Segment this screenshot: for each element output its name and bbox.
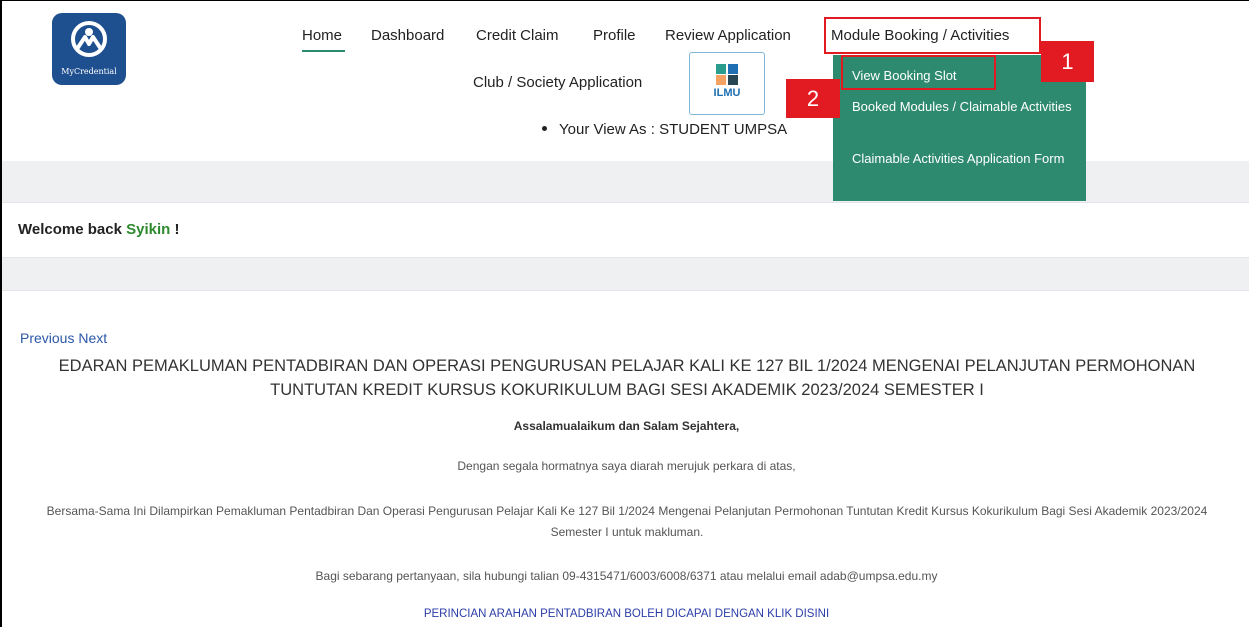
welcome-message: Welcome back Syikin ! <box>18 221 179 238</box>
nav-dashboard[interactable]: Dashboard <box>371 27 444 44</box>
announcement-paragraph-2: Bersama-Sama Ini Dilampirkan Pemakluman … <box>46 504 1208 539</box>
user-name: Syikin <box>126 221 171 238</box>
carousel-controls[interactable]: Previous Next <box>20 330 107 346</box>
nav-home[interactable]: Home <box>302 27 342 44</box>
logo-text: MyCredential <box>61 67 117 76</box>
ilmu-label: ILMU <box>713 87 741 99</box>
view-as-role: Your View As : STUDENT UMPSA <box>542 121 787 138</box>
annotation-label-1: 1 <box>1041 41 1094 82</box>
bullet-icon <box>542 125 547 131</box>
nav-credit-claim[interactable]: Credit Claim <box>476 27 559 44</box>
page-frame: MyCredential Home Dashboard Credit Claim… <box>0 0 1249 627</box>
nav-profile[interactable]: Profile <box>593 27 636 44</box>
announcement-headline: EDARAN PEMAKLUMAN PENTADBIRAN DAN OPERAS… <box>58 357 1196 399</box>
view-as-text: Your View As : STUDENT UMPSA <box>559 121 788 138</box>
announcement-greeting: Assalamualaikum dan Salam Sejahtera, <box>513 419 740 433</box>
annotation-label-2: 2 <box>786 79 840 118</box>
announcement-paragraph-1: Dengan segala hormatnya saya diarah meru… <box>457 459 796 473</box>
nav-review-application[interactable]: Review Application <box>665 27 791 44</box>
announcement-detail-link[interactable]: PERINCIAN ARAHAN PENTADBIRAN BOLEH DICAP… <box>2 608 1249 620</box>
annotation-box-2 <box>841 55 996 90</box>
welcome-suffix: ! <box>170 221 180 238</box>
ilmu-puzzle-icon <box>716 64 738 85</box>
credential-mark-icon <box>71 21 107 57</box>
dropdown-item-booked-modules[interactable]: Booked Modules / Claimable Activities <box>852 97 1077 116</box>
ilmu-link[interactable]: ILMU <box>689 52 765 115</box>
annotation-box-1 <box>824 17 1041 54</box>
announcement-paragraph-3: Bagi sebarang pertanyaan, sila hubungi t… <box>315 569 938 583</box>
nav-home-active-indicator <box>302 50 345 52</box>
mycredential-logo[interactable]: MyCredential <box>52 13 126 85</box>
dropdown-item-claimable-activities-form[interactable]: Claimable Activities Application Form <box>852 149 1077 168</box>
welcome-prefix: Welcome back <box>18 221 127 238</box>
content-band <box>2 257 1249 291</box>
nav-club-society-application[interactable]: Club / Society Application <box>473 74 642 91</box>
